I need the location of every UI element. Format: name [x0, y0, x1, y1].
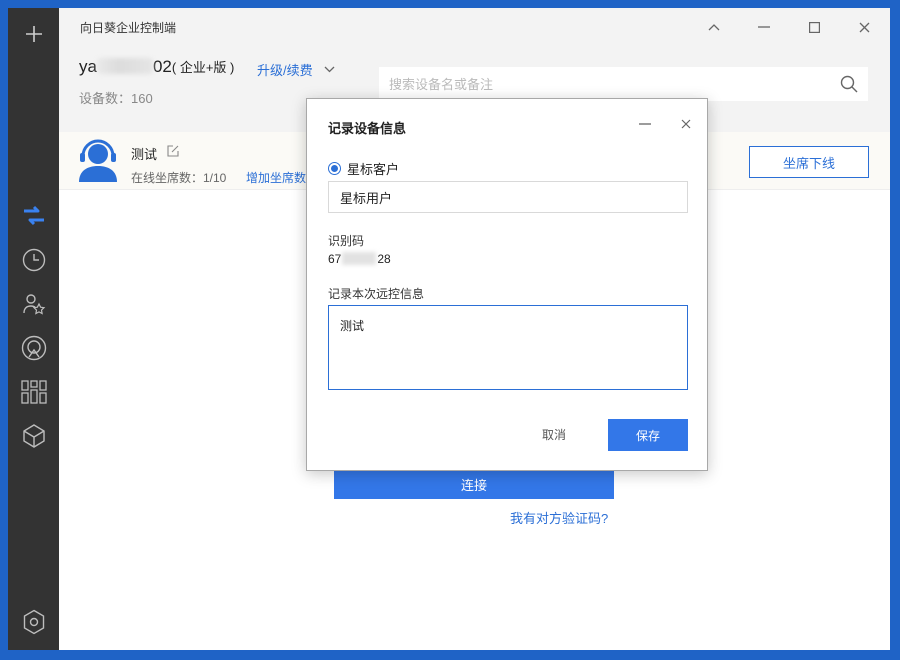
collapse-button[interactable] — [696, 14, 732, 40]
edition-label: ( 企业+版 ) — [171, 60, 235, 75]
account-prefix: ya — [79, 57, 97, 76]
history-icon[interactable] — [18, 244, 50, 276]
id-code-value: 67 28 — [328, 252, 391, 266]
seat-count: 在线坐席数：1/10 — [131, 171, 227, 185]
minimize-icon — [758, 26, 770, 28]
agent-avatar-icon — [79, 139, 117, 182]
plus-icon[interactable] — [18, 18, 50, 50]
remote-control-icon[interactable] — [18, 200, 50, 232]
app-title: 向日葵企业控制端 — [80, 21, 177, 35]
minimize-icon — [639, 123, 651, 125]
account-suffix: 02 — [152, 57, 172, 76]
cancel-button[interactable]: 取消 — [519, 419, 589, 449]
agent-offline-button[interactable]: 坐席下线 — [749, 146, 869, 178]
close-icon — [681, 119, 691, 129]
redacted-blur — [342, 252, 377, 265]
note-textarea[interactable]: 测试 — [328, 305, 688, 390]
account-name: ya 02( 企业+版 ) — [79, 57, 234, 77]
device-count: 设备数：160 — [79, 91, 153, 106]
radio-button[interactable] — [328, 162, 341, 175]
search-box — [379, 67, 868, 101]
search-icon[interactable] — [840, 75, 858, 93]
search-input[interactable] — [379, 67, 819, 101]
dialog-close-button[interactable] — [675, 113, 697, 135]
package-icon[interactable] — [18, 420, 50, 452]
chevron-down-icon — [324, 66, 335, 73]
add-seat-link[interactable]: 增加坐席数 — [246, 169, 306, 186]
maximize-button[interactable] — [796, 14, 832, 40]
save-button[interactable]: 保存 — [608, 419, 688, 451]
redacted-blur — [96, 58, 153, 74]
close-button[interactable] — [846, 14, 882, 40]
dialog-minimize-button[interactable] — [634, 113, 656, 135]
note-label: 记录本次远控信息 — [328, 287, 425, 301]
discover-icon[interactable] — [18, 332, 50, 364]
close-icon — [859, 22, 869, 32]
apps-icon[interactable] — [18, 376, 50, 408]
star-customer-radio[interactable]: 星标客户 — [328, 159, 399, 178]
connect-button[interactable]: 连接 — [334, 470, 614, 499]
id-suffix: 28 — [377, 252, 391, 266]
upgrade-label: 升级/续费 — [257, 63, 313, 78]
contacts-icon[interactable] — [18, 288, 50, 320]
chevron-up-icon — [708, 24, 720, 31]
customer-name-field[interactable]: 星标用户 — [328, 181, 688, 213]
agent-name: 测试 — [131, 147, 158, 162]
maximize-icon — [808, 21, 820, 33]
id-code-label: 识别码 — [328, 234, 365, 248]
verification-code-link[interactable]: 我有对方验证码? — [510, 508, 608, 527]
upgrade-link[interactable]: 升级/续费 — [257, 60, 335, 79]
dialog-title: 记录设备信息 — [328, 121, 407, 136]
radio-label: 星标客户 — [347, 162, 400, 177]
sidebar — [8, 8, 59, 650]
edit-icon[interactable] — [167, 145, 179, 157]
id-prefix: 67 — [328, 252, 342, 266]
settings-icon[interactable] — [18, 606, 50, 638]
record-device-dialog: 记录设备信息 星标客户 星标用户 识别码 67 28 记录本次远控信息 测试 取消… — [306, 98, 708, 471]
minimize-button[interactable] — [746, 14, 782, 40]
